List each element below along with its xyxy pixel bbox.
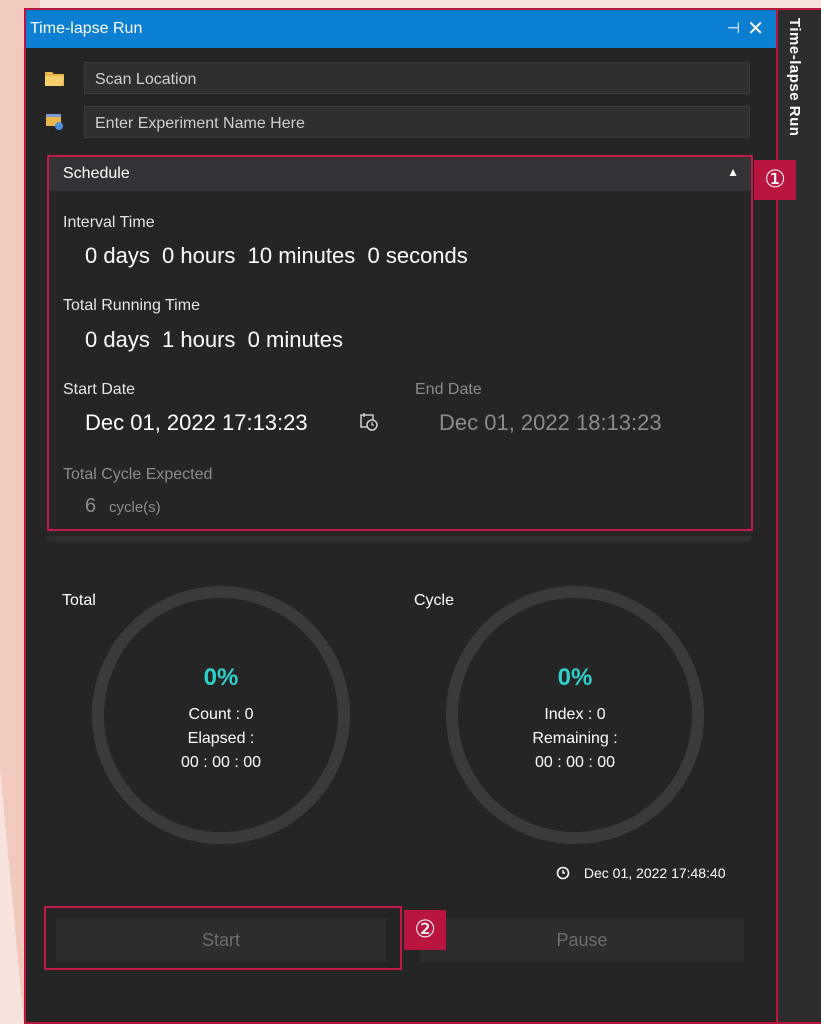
total-cycle-label: Total Cycle Expected [63, 466, 213, 483]
end-date-value: Dec 01, 2022 18:13:23 [439, 410, 662, 435]
total-cycle-unit: cycle(s) [109, 499, 161, 516]
experiment-icon [44, 112, 66, 132]
cycle-progress-ring: 0% Index : 0 Remaining : 00 : 00 : 00 [446, 586, 704, 844]
start-date-value[interactable]: Dec 01, 2022 17:13:23 [85, 410, 308, 436]
panel-title: Time-lapse Run [30, 20, 143, 37]
current-time-row: Dec 01, 2022 17:48:40 [556, 865, 726, 881]
pin-icon[interactable]: ⊣ [727, 19, 740, 37]
folder-icon[interactable] [44, 68, 66, 88]
calendar-clock-icon[interactable] [359, 412, 379, 437]
experiment-name-row: Enter Experiment Name Here [44, 106, 754, 140]
interval-time-value[interactable]: 0 days 0 hours 10 minutes 0 seconds [85, 243, 468, 269]
total-elapsed-time: 00 : 00 : 00 [180, 754, 262, 771]
cycle-index: Index : 0 [544, 706, 606, 723]
total-elapsed-label: Elapsed : [187, 730, 255, 747]
total-progress-ring: 0% Count : 0 Elapsed : 00 : 00 : 00 [92, 586, 350, 844]
start-date-label: Start Date [63, 381, 136, 398]
current-timestamp: Dec 01, 2022 17:48:40 [583, 865, 726, 881]
cycle-remaining-label: Remaining : [532, 730, 618, 747]
scan-location-field[interactable]: Scan Location [84, 62, 750, 94]
interval-time-label: Interval Time [63, 214, 155, 231]
total-running-time-value[interactable]: 0 days 1 hours 0 minutes [85, 327, 343, 353]
close-icon[interactable]: ✕ [747, 16, 764, 41]
time-lapse-run-panel: Time-lapse Run ⊣ ✕ Scan Location Enter E… [24, 8, 778, 1024]
collapse-caret-icon[interactable]: ▲ [727, 165, 739, 179]
total-running-time-label: Total Running Time [63, 297, 200, 314]
schedule-bottom-edge [46, 536, 752, 542]
cycle-remaining-time: 00 : 00 : 00 [534, 754, 616, 771]
callout-badge-2: ② [404, 910, 446, 950]
scan-location-row: Scan Location [44, 62, 754, 96]
pause-button[interactable]: Pause [420, 918, 744, 962]
total-percent: 0% [203, 664, 239, 691]
total-cycle-count: 6 [85, 495, 97, 517]
callout-badge-1: ① [754, 160, 796, 200]
experiment-name-field[interactable]: Enter Experiment Name Here [84, 106, 750, 138]
schedule-header[interactable]: Schedule ▲ [49, 157, 751, 191]
schedule-section: Schedule ▲ Interval Time 0 days 0 hours … [47, 155, 753, 531]
clock-icon [556, 865, 574, 881]
side-tab-label: Time-lapse Run [786, 18, 803, 137]
cycle-progress-label: Cycle [414, 592, 455, 609]
total-progress-label: Total [62, 592, 96, 609]
start-button[interactable]: Start [56, 918, 386, 962]
end-date-label: End Date [415, 381, 482, 398]
cycle-percent: 0% [557, 664, 593, 691]
schedule-title: Schedule [63, 165, 130, 182]
total-count: Count : 0 [188, 706, 254, 723]
panel-titlebar: Time-lapse Run ⊣ ✕ [26, 10, 776, 48]
